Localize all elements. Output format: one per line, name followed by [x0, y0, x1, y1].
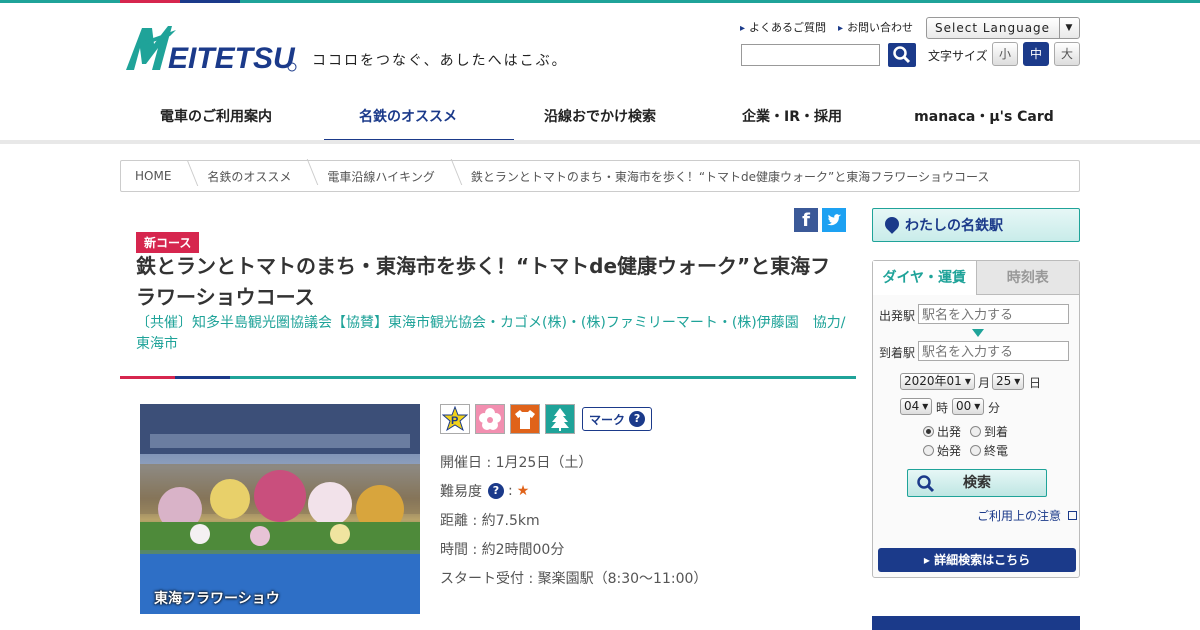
tree-icon [545, 404, 575, 434]
nav-item-outing-search[interactable]: 沿線おでかけ検索 [504, 96, 696, 144]
facebook-share-icon[interactable]: f [794, 208, 818, 232]
font-size-large-button[interactable]: 大 [1054, 42, 1080, 66]
parking-icon: P [440, 404, 470, 434]
radio-last-train[interactable]: 終電 [970, 442, 1008, 459]
day-unit: 日 [1029, 376, 1042, 390]
flower-icon [475, 404, 505, 434]
title-divider [120, 376, 856, 379]
header-links: よくあるご質問 お問い合わせ [740, 19, 913, 35]
nav-item-manaca[interactable]: manaca・µ's Card [888, 96, 1080, 144]
usage-notice-link[interactable]: ご利用上の注意 [977, 507, 1077, 524]
meitetsu-logo[interactable]: EITETSU [122, 24, 300, 74]
difficulty-separator: : [508, 483, 513, 499]
hour-unit: 時 [936, 401, 949, 415]
global-nav: 電車のご利用案内 名鉄のオススメ 沿線おでかけ検索 企業・IR・採用 manac… [120, 96, 1080, 144]
sidebar-next-box [872, 616, 1080, 630]
tagline: ココロをつなぐ、あしたへはこぶ。 [312, 53, 568, 69]
twitter-share-icon[interactable] [822, 208, 846, 232]
breadcrumb-current: 鉄とランとトマトのまち・東海市を歩く！“トマトde健康ウォーク”と東海フラワーシ… [470, 169, 990, 184]
month-unit: 月 [978, 376, 991, 390]
nav-item-recommend[interactable]: 名鉄のオススメ [312, 96, 514, 144]
route-search-label: 検索 [963, 475, 991, 491]
year-month-select[interactable]: 2020年01 [900, 373, 975, 390]
event-date: 開催日 : 1月25日（土） [440, 455, 593, 471]
mark-button-label: マーク [589, 412, 626, 427]
contact-link[interactable]: お問い合わせ [838, 19, 913, 35]
chevron-right-icon: ▸ [923, 553, 935, 567]
difficulty-label: 難易度 [440, 484, 482, 500]
breadcrumb: HOME 名鉄のオススメ 電車沿線ハイキング 鉄とランとトマトのまち・東海市を歩… [120, 160, 1080, 192]
hour-select[interactable]: 04 [900, 398, 933, 415]
photo-caption: 東海フラワーショウ [154, 591, 280, 607]
page-title: 鉄とランとトマトのまち・東海市を歩く！“トマトde健康ウォーク”と東海フラワーシ… [136, 254, 831, 309]
question-icon: ? [629, 411, 646, 427]
nav-item-corporate[interactable]: 企業・IR・採用 [696, 96, 888, 144]
breadcrumb-home[interactable]: HOME [121, 169, 189, 183]
font-size-medium-button[interactable]: 中 [1023, 42, 1049, 66]
site-search-input[interactable] [741, 44, 880, 66]
sponsor-text: 〔共催〕知多半島観光圏協議会【協賛】東海市観光協会・カゴメ(株)・(株)ファミリ… [136, 315, 846, 352]
my-station-button[interactable]: わたしの名鉄駅 [872, 208, 1080, 242]
difficulty-help-icon[interactable]: ? [488, 483, 504, 499]
new-course-badge: 新コース [136, 232, 200, 253]
difficulty-stars: ★ [516, 483, 530, 499]
nav-divider [0, 140, 1200, 144]
day-select[interactable]: 25 [992, 373, 1025, 390]
radio-depart[interactable]: 出発 [923, 423, 961, 440]
search-icon [917, 475, 935, 493]
map-pin-icon [882, 214, 902, 234]
from-station-input[interactable] [918, 304, 1069, 324]
language-select[interactable]: Select Language ▼ [926, 17, 1080, 39]
chevron-down-icon: ▼ [1059, 18, 1079, 38]
radio-arrive[interactable]: 到着 [970, 423, 1008, 440]
mark-help-button[interactable]: マーク ? [582, 407, 653, 431]
language-select-label: Select Language [935, 21, 1051, 35]
to-station-input[interactable] [918, 341, 1069, 361]
tab-fare[interactable]: ダイヤ・運賃 [873, 261, 977, 295]
radio-first-train[interactable]: 始発 [923, 442, 961, 459]
breadcrumb-hiking[interactable]: 電車沿線ハイキング [309, 168, 452, 185]
minute-select[interactable]: 00 [952, 398, 985, 415]
course-feature-icons: P マーク ? [440, 404, 653, 434]
site-search-button[interactable] [888, 43, 916, 67]
detailed-search-button[interactable]: ▸ 詳細検索はこちら [878, 548, 1076, 572]
faq-link[interactable]: よくあるご質問 [740, 19, 826, 35]
nav-item-train-guide[interactable]: 電車のご利用案内 [120, 96, 312, 144]
to-label: 到着駅 [879, 346, 916, 360]
external-link-icon [1067, 511, 1077, 520]
font-size-label: 文字サイズ [928, 49, 988, 63]
svg-text:P: P [451, 415, 458, 427]
breadcrumb-recommend[interactable]: 名鉄のオススメ [189, 168, 309, 185]
tab-timetable[interactable]: 時刻表 [976, 261, 1079, 295]
souvenir-shirt-icon [510, 404, 540, 434]
start-reception: スタート受付 : 聚楽園駅（8:30～11:00） [440, 571, 708, 587]
from-label: 出発駅 [879, 309, 916, 323]
logo-text: EITETSU [168, 42, 296, 74]
duration: 時間 : 約2時間00分 [440, 542, 565, 558]
distance: 距離 : 約7.5km [440, 513, 540, 529]
arrow-down-icon [972, 329, 984, 337]
course-photo: 東海フラワーショウ [140, 404, 420, 614]
route-search-button[interactable]: 検索 [907, 469, 1047, 497]
route-search-panel: ダイヤ・運賃 時刻表 出発駅 到着駅 2020年01 月 25 日 04 時 0… [872, 260, 1080, 578]
difficulty-row: 難易度 ? : ★ [440, 481, 529, 501]
font-size-small-button[interactable]: 小 [992, 42, 1018, 66]
search-icon [893, 46, 911, 64]
minute-unit: 分 [988, 401, 1001, 415]
my-station-label: わたしの名鉄駅 [905, 218, 1003, 234]
top-accent-bar [0, 0, 1200, 3]
